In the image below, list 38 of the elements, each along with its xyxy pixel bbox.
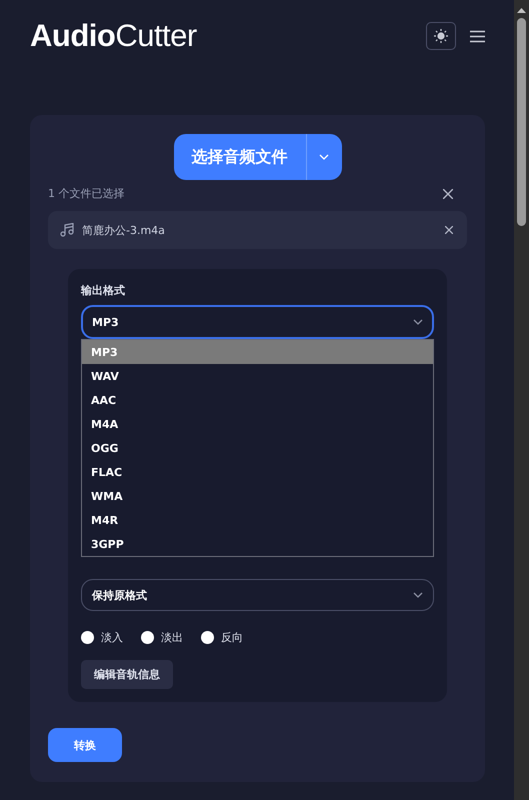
menu-button[interactable] [470,30,485,42]
chevron-down-icon [413,592,423,598]
format-option[interactable]: WMA [82,484,433,508]
scrollbar-thumb[interactable] [517,18,526,226]
scroll-up-icon[interactable] [517,8,526,13]
close-icon [445,226,453,234]
format-option[interactable]: WAV [82,364,433,388]
convert-button[interactable]: 转换 [48,728,122,762]
chevron-down-icon [319,154,329,160]
format-option[interactable]: OGG [82,436,433,460]
theme-toggle-button[interactable] [426,22,456,50]
radio-circle[interactable] [141,631,154,644]
format-option[interactable]: AAC [82,388,433,412]
clear-button[interactable] [443,188,453,198]
format-option[interactable]: 3GPP [82,532,433,556]
menu-icon [470,30,485,42]
format-label: 输出格式 [81,283,126,298]
format-option[interactable]: M4A [82,412,433,436]
effect-radio[interactable]: 淡出 [141,630,183,645]
edit-track-info-button[interactable]: 编辑音轨信息 [81,660,173,689]
close-icon [443,188,453,198]
effect-radio[interactable]: 反向 [201,630,243,645]
file-name: 简鹿办公-3.m4a [82,222,166,238]
remove-file-button[interactable] [445,226,453,234]
format-select[interactable]: MP3 [81,305,434,339]
file-count-text: 1 个文件已选择 [48,186,124,201]
format-option[interactable]: FLAC [82,460,433,484]
effect-radio[interactable]: 淡入 [81,630,123,645]
music-note-icon [60,223,74,237]
logo[interactable]: AudioCutter [30,18,197,54]
chevron-down-icon [413,319,423,325]
format-option[interactable]: MP3 [82,340,433,364]
scrollbar[interactable] [514,0,529,800]
format-option[interactable]: M4R [82,508,433,532]
radio-circle[interactable] [81,631,94,644]
sun-icon [434,29,448,43]
radio-circle[interactable] [201,631,214,644]
option-select[interactable]: 保持原格式 [81,579,434,611]
